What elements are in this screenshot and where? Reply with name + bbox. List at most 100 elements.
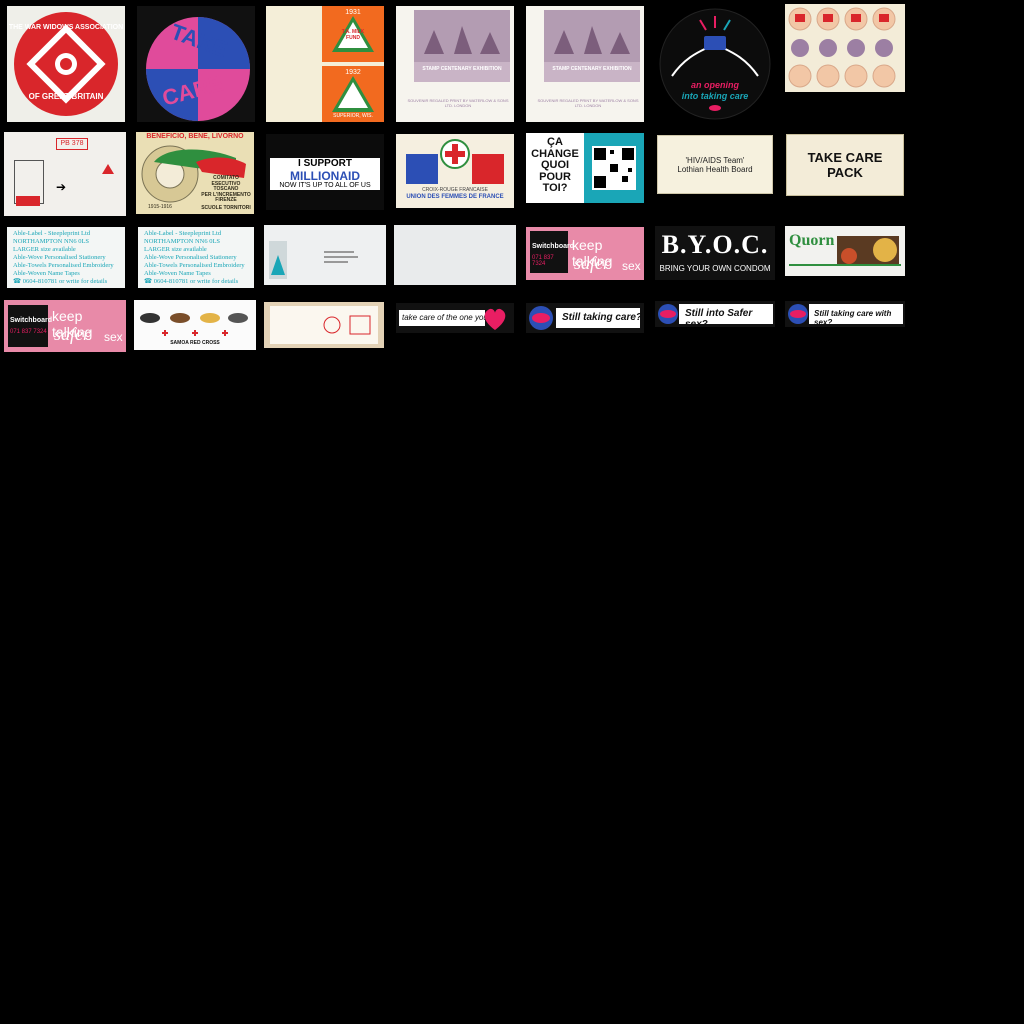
postmarked-envelope-slip xyxy=(264,302,384,348)
stamp-exhibition-sheet-2: STAMP CENTENARY EXHIBITION SOUVENIR REGA… xyxy=(526,6,644,122)
byoc-brand: B.Y.O.C. xyxy=(661,230,769,259)
milk-fund-stamp-top: 1931 T.A. MILK FUND xyxy=(322,6,384,62)
take-care-pack-label: TAKE CARE PACK xyxy=(786,134,904,196)
ca-change-sticker: ÇA CHANGE QUOI POUR TOI? xyxy=(526,133,644,203)
stamp-exhibition-sheet-1: STAMP CENTENARY EXHIBITION SOUVENIR REGA… xyxy=(396,6,514,122)
quorn-sticker: Quorn xyxy=(785,226,905,276)
red-cross-top: CROIX-ROUGE FRANCAISE xyxy=(422,187,488,193)
take-care-one-you-text: take care of the one you xyxy=(402,313,488,322)
ca-l3: QUOI POUR xyxy=(539,159,571,183)
florence-poster-stamp: BENEFICIO, BENE, LIVORNO COMITATO ESECUT… xyxy=(136,132,254,214)
stamp-title: STAMP CENTENARY EXHIBITION xyxy=(552,66,632,72)
samoa-red-cross-birds: SAMOA RED CROSS xyxy=(134,300,256,350)
still-into-safer-sex-sticker: Still into Safer sex? xyxy=(655,301,775,327)
switchboard-brand: Switchboard xyxy=(10,317,53,324)
safer-text: safer xyxy=(54,324,90,344)
lips-icon xyxy=(529,306,553,330)
blank-envelope xyxy=(394,225,516,285)
milk-fund-stamp-pair: 1931 T.A. MILK FUND 1932 SUPERIOR, WIS. xyxy=(266,6,384,122)
able-line: ☎ 0604-810781 or write for details xyxy=(13,277,108,285)
still-taking-care-text: Still taking care? xyxy=(562,312,643,323)
ca-l1: ÇA xyxy=(547,136,563,148)
badges-sheet xyxy=(785,4,905,92)
switchboard-safer-sex-sticker-2: Switchboard 071 837 7324 keep talking sa… xyxy=(4,300,126,352)
war-widows-line2: OF GREAT BRITAIN xyxy=(28,92,104,101)
milk-fund-stamp-bottom: 1932 SUPERIOR, WIS. xyxy=(322,66,384,122)
able-line: Able-Towels Personalised Embroidery xyxy=(13,261,114,269)
address-line xyxy=(324,256,358,258)
able-line: Able-Towels Personalised Embroidery xyxy=(144,261,245,269)
still-into-safer-sex-text: Still into Safer sex? xyxy=(685,308,753,327)
sex-text: sex xyxy=(622,259,641,273)
envelope-stamp xyxy=(269,241,287,279)
hiv-aids-team-label: 'HIV/AIDS Team' Lothian Health Board xyxy=(657,135,773,194)
able-line: LARGER size available xyxy=(144,245,207,253)
millionaid-brand: MILLIONAID xyxy=(290,169,360,183)
able-line: Able-Woven Name Tapes xyxy=(13,269,80,277)
able-line: Able-Wove Personalised Stationery xyxy=(13,253,106,261)
able-label-sticker-1: Able-Label - Steepleprint Ltd NORTHAMPTO… xyxy=(7,227,125,288)
take-care-sticker: TAKE CARE xyxy=(137,6,255,122)
sex-text: sex xyxy=(104,330,123,344)
florence-years: 1915-1916 xyxy=(148,204,172,210)
able-line: NORTHAMPTON NN6 0LS xyxy=(144,237,221,245)
able-label-sticker-2: Able-Label - Steepleprint Ltd NORTHAMPTO… xyxy=(138,227,254,288)
able-line: Able-Label - Steepleprint Ltd xyxy=(13,230,91,237)
safer-text: safer xyxy=(574,253,610,273)
lips-icon xyxy=(658,304,678,324)
warning-triangle-icon xyxy=(102,164,114,174)
quorn-brand: Quorn xyxy=(789,232,835,249)
take-care-one-you-sticker: take care of the one you xyxy=(396,303,514,333)
heart-icon xyxy=(484,308,506,330)
hands-condom-graphic xyxy=(659,8,771,120)
war-widows-line1: THE WAR WIDOWS ASSOCIATION xyxy=(8,24,124,31)
red-cross-france-stamp: CROIX-ROUGE FRANCAISE UNION DES FEMMES D… xyxy=(396,134,514,208)
stamp-title: STAMP CENTENARY EXHIBITION xyxy=(422,66,502,72)
byoc-sub: BRING YOUR OWN CONDOM xyxy=(659,264,771,273)
badges-grid xyxy=(788,7,896,88)
still-taking-care-with-sex-sticker: Still taking care with sex? xyxy=(785,301,905,327)
millionaid-sticker: I SUPPORT MILLIONAID NOW IT'S UP TO ALL … xyxy=(266,134,384,210)
stamp-foot: SOUVENIR REGALED PRINT BY WATERLOW & SON… xyxy=(537,98,639,108)
able-line: Able-Wove Personalised Stationery xyxy=(144,253,237,261)
qr-code-icon xyxy=(592,146,636,190)
stamp-foot: SOUVENIR REGALED PRINT BY WATERLOW & SON… xyxy=(407,98,509,108)
lips-icon xyxy=(788,304,808,324)
able-line: LARGER size available xyxy=(13,245,76,253)
pack-line1: TAKE CARE xyxy=(807,150,883,165)
florence-city: FIRENZE xyxy=(215,197,237,203)
florence-bottom: SCUOLE TORNITORI xyxy=(201,205,251,211)
envelope-with-stamp xyxy=(264,225,386,285)
switchboard-panel: Switchboard 071 837 7324 xyxy=(8,305,52,347)
switchboard-safer-sex-sticker-1: Switchboard 071 837 7324 keep talking sa… xyxy=(526,227,644,280)
able-line: Able-Label - Steepleprint Ltd xyxy=(144,230,222,237)
red-cross-bottom: UNION DES FEMMES DE FRANCE xyxy=(406,194,504,200)
address-line xyxy=(324,261,348,263)
able-line: ☎ 0604-810781 or write for details xyxy=(144,277,239,285)
still-taking-care-with-sex-text: Still taking care with sex? xyxy=(814,309,892,327)
switchboard-panel: Switchboard 071 837 7324 xyxy=(530,231,574,273)
milk-fund-foot: SUPERIOR, WIS. xyxy=(333,113,373,119)
arrow-icon: ➔ xyxy=(56,180,67,194)
byoc-sticker: B.Y.O.C. BRING YOUR OWN CONDOM xyxy=(655,226,775,280)
switchboard-brand: Switchboard xyxy=(532,243,575,250)
envelope-slip xyxy=(270,306,378,344)
quorn-food-image xyxy=(837,236,899,264)
milk-fund-tree-text: T.A. MILK FUND xyxy=(341,29,365,41)
samoa-label: SAMOA RED CROSS xyxy=(170,340,220,346)
millionaid-line3: NOW IT'S UP TO ALL OF US xyxy=(279,182,371,189)
quorn-stripe xyxy=(789,264,901,266)
hiv-line1: 'HIV/AIDS Team' xyxy=(685,155,745,165)
opening-taking-care-sticker: an opening into taking care xyxy=(656,6,774,122)
still-taking-care-sticker: Still taking care? xyxy=(526,303,644,333)
able-line: Able-Woven Name Tapes xyxy=(144,269,211,277)
opening-line1: an opening xyxy=(691,80,739,90)
able-line: NORTHAMPTON NN6 0LS xyxy=(13,237,90,245)
pack-line2: PACK xyxy=(827,165,863,180)
qr-panel xyxy=(584,133,644,203)
switchboard-phone: 071 837 7324 xyxy=(10,329,47,335)
switchboard-phone: 071 837 7324 xyxy=(532,255,554,267)
opening-line2: into taking care xyxy=(681,91,749,101)
millionaid-line1: I SUPPORT xyxy=(298,158,352,169)
ca-l4: TOI? xyxy=(542,182,568,195)
